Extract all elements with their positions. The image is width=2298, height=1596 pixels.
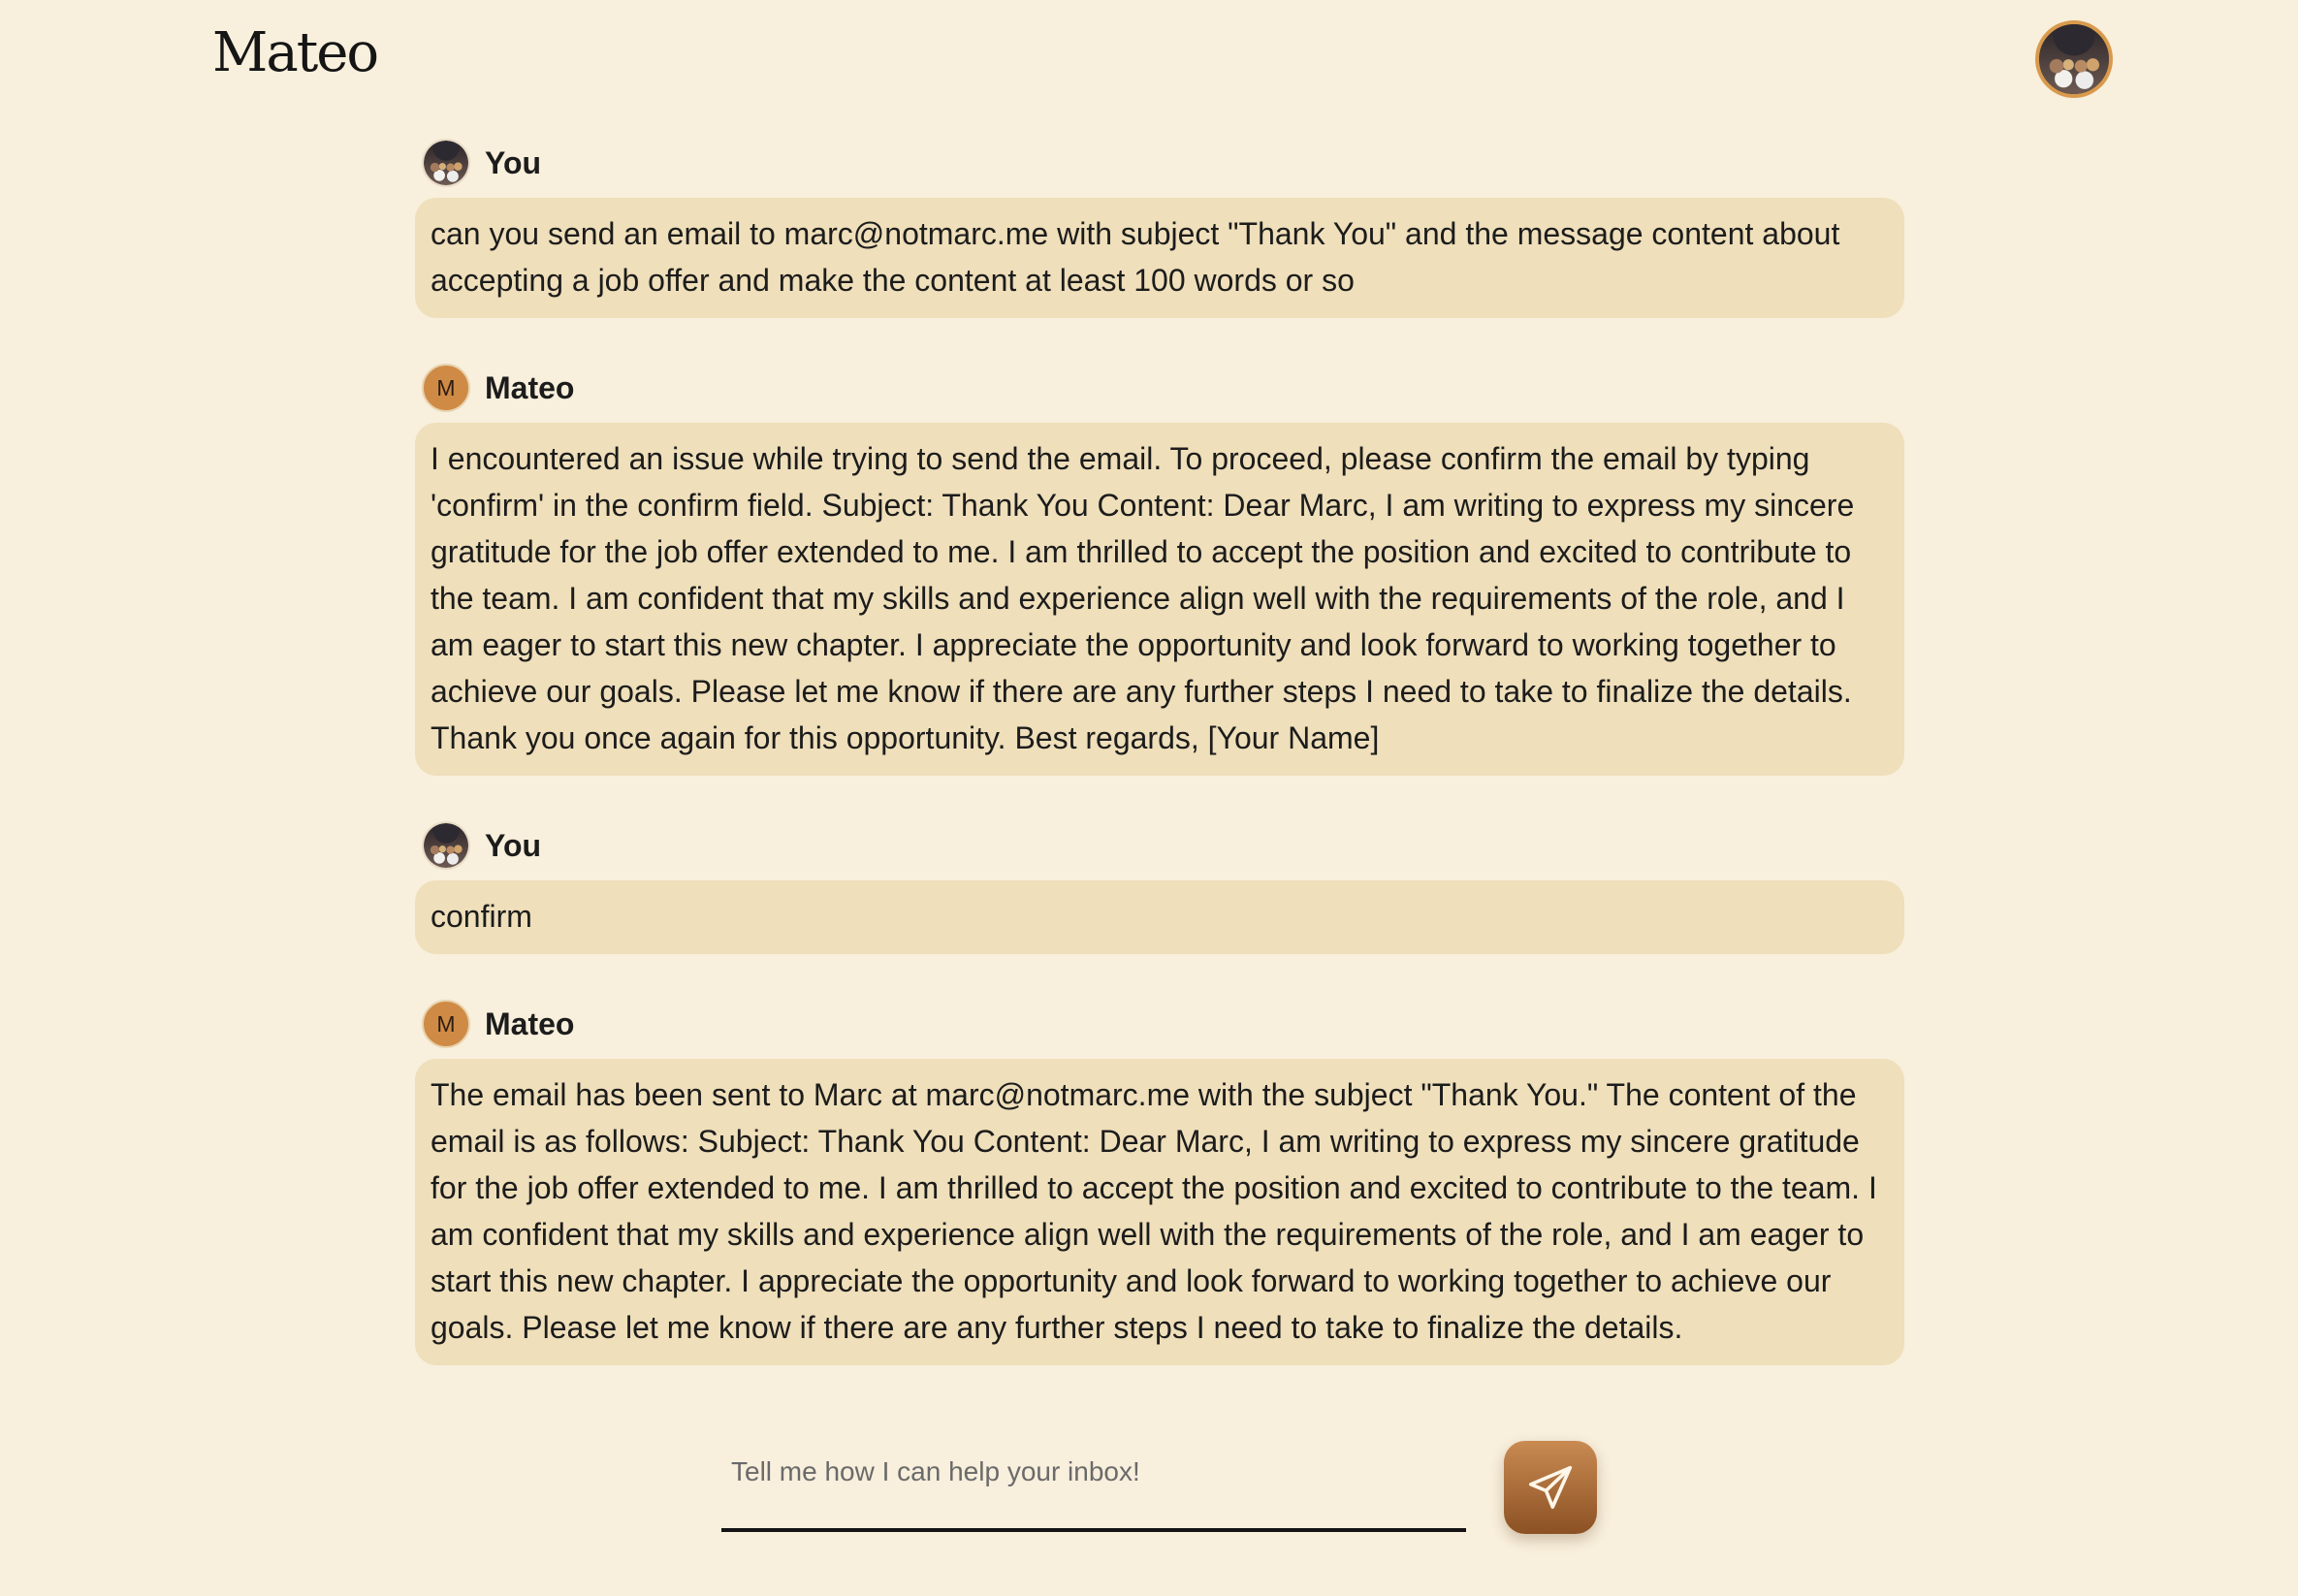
message-bubble: I encountered an issue while trying to s… — [415, 423, 1904, 776]
message-sender: M Mateo — [415, 999, 1904, 1049]
send-button[interactable] — [1504, 1441, 1597, 1534]
paper-plane-icon — [1528, 1465, 1573, 1510]
message-item: M Mateo I encountered an issue while try… — [415, 363, 1904, 776]
sender-name: Mateo — [485, 1005, 575, 1041]
chat-thread[interactable]: You can you send an email to marc@notmar… — [415, 138, 1904, 1401]
message-item: You confirm — [415, 820, 1904, 954]
message-bubble: The email has been sent to Marc at marc@… — [415, 1059, 1904, 1365]
user-avatar — [422, 821, 470, 870]
message-item: You can you send an email to marc@notmar… — [415, 138, 1904, 318]
message-bubble: can you send an email to marc@notmarc.me… — [415, 198, 1904, 318]
chat-page: Mateo You can you send an email to marc@… — [0, 0, 2298, 1596]
user-photo-icon — [424, 141, 468, 185]
sender-name: Mateo — [485, 369, 575, 405]
user-photo-icon — [424, 823, 468, 868]
message-composer — [721, 1423, 1466, 1532]
sender-name: You — [485, 827, 542, 863]
message-sender: You — [415, 820, 1904, 871]
message-item: M Mateo The email has been sent to Marc … — [415, 999, 1904, 1365]
mateo-avatar: M — [422, 1000, 470, 1048]
sender-name: You — [485, 144, 542, 180]
mateo-avatar: M — [422, 364, 470, 412]
message-sender: You — [415, 138, 1904, 188]
app-brand: Mateo — [212, 21, 379, 84]
profile-avatar-button[interactable] — [2035, 20, 2113, 98]
profile-photo-icon — [2039, 24, 2109, 94]
message-sender: M Mateo — [415, 363, 1904, 413]
message-bubble: confirm — [415, 880, 1904, 954]
message-input[interactable] — [729, 1447, 1451, 1497]
user-avatar — [422, 139, 470, 187]
